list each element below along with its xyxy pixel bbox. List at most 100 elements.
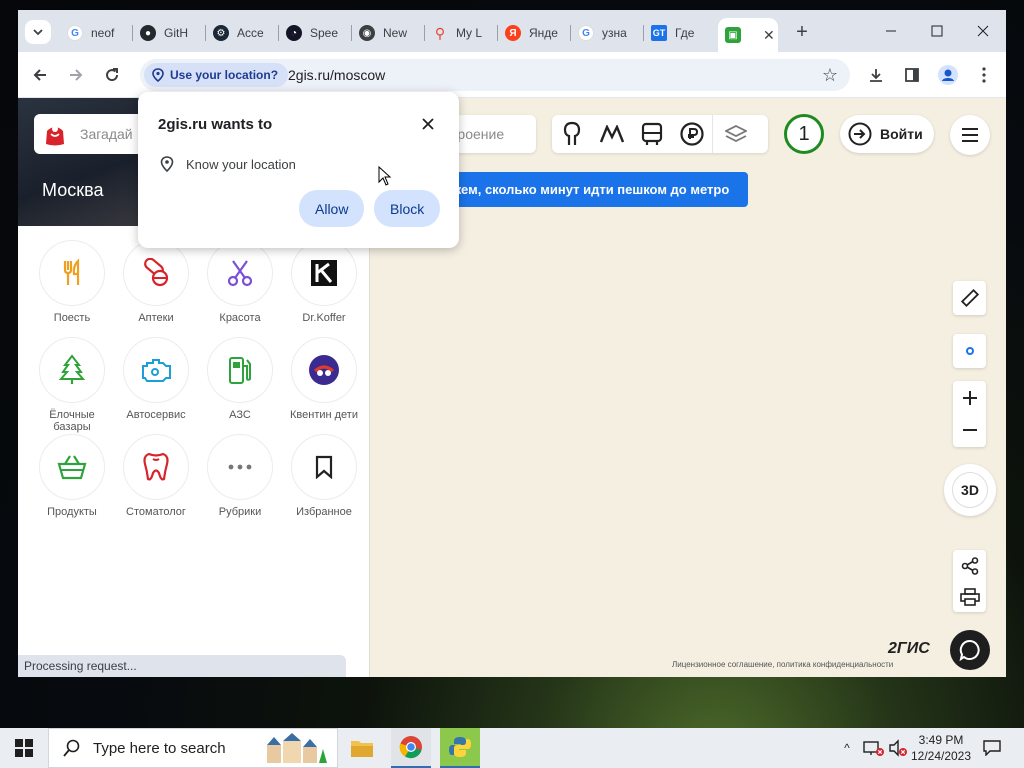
layers-icon [725,124,747,143]
taskbar-python-app[interactable] [440,728,480,768]
rubric-produkty[interactable]: Продукты [30,434,114,518]
tab-new[interactable]: ◉ New [352,18,424,48]
rubric-izbrannoe[interactable]: Избранное [282,434,366,518]
taskbar-file-explorer[interactable] [342,728,382,768]
downloads-button[interactable] [864,63,888,87]
rubric-drkoffer[interactable]: Dr.Koffer [282,240,366,324]
notification-center-button[interactable] [972,728,1012,768]
2gis-logo: 2ГИС [888,640,930,657]
back-button[interactable] [28,63,52,87]
share-print-controls [953,550,986,612]
tab-steam[interactable]: ⚙ Acce [206,18,278,48]
speedtest-icon: ◔ [286,25,302,41]
taskbar-search-box[interactable]: Type here to search [48,728,338,768]
network-icon[interactable] [862,739,884,757]
browser-window: G neof ● GitH ⚙ Acce ◔ Spee ◉ New ⚲ My L [18,10,1006,677]
permission-close-button[interactable] [422,114,434,135]
my-location-button[interactable] [953,334,986,368]
location-permission-popup: 2gis.ru wants to Know your location Allo… [138,92,459,248]
rubric-poest[interactable]: Поесть [30,240,114,324]
zoom-in-button[interactable] [953,382,986,414]
location-permission-chip[interactable]: Use your location? [144,63,289,87]
close-tab-icon[interactable]: ✕ [763,27,775,44]
tab-2gis-active[interactable]: ▣ ✕ [718,18,778,52]
basket-icon [57,455,87,480]
login-button[interactable]: Войти [840,115,934,153]
ruble-layer-button[interactable] [672,115,712,153]
chat-bubble-icon [959,639,980,661]
bus-layer-button[interactable] [632,115,672,153]
rubric-azs[interactable]: АЗС [198,337,282,421]
bookmark-star-icon[interactable]: ☆ [822,65,838,86]
minimize-button[interactable] [868,20,914,42]
windows-logo-icon [15,739,33,757]
chrome-icon [399,736,422,759]
license-links[interactable]: Лицензионное соглашение, политика конфид… [672,660,893,669]
taskbar-clock[interactable]: 3:49 PM 12/24/2023 [906,732,976,764]
town-illustration-icon [267,733,327,763]
new-tab-button[interactable]: + [790,20,814,44]
allow-button[interactable]: Allow [299,190,365,227]
arrow-right-icon [70,69,83,81]
close-window-button[interactable] [960,20,1006,42]
tab-search-button[interactable] [25,20,51,44]
tab-yandex[interactable]: Я Янде [498,18,570,48]
zoom-controls [953,381,986,447]
promo-banner[interactable]: жем, сколько минут идти пешком до метро [438,172,748,207]
2gis-icon: ▣ [725,27,741,43]
tab-google-uzna[interactable]: G узна [571,18,643,48]
location-pin-icon [152,68,164,82]
plus-icon [962,391,977,405]
maps-pin-icon: ⚲ [434,24,446,41]
browser-status-bar: Processing request... [18,655,346,677]
bookmark-icon [315,455,333,479]
profile-button[interactable] [936,63,960,87]
zoom-out-button[interactable] [953,414,986,446]
share-button[interactable] [953,550,986,581]
search-icon [63,739,80,757]
rubric-stomatolog[interactable]: Стоматолог [114,434,198,518]
location-dot-icon [965,347,974,355]
chat-button[interactable] [950,630,990,670]
forward-button[interactable] [64,63,88,87]
speaker-muted-icon[interactable] [888,739,908,757]
rubric-apteki[interactable]: Аптеки [114,240,198,324]
tab-my-location[interactable]: ⚲ My L [425,18,497,48]
taskbar-chrome[interactable] [391,728,431,768]
ruble-icon [680,122,704,146]
rubric-krasota[interactable]: Красота [198,240,282,324]
traffic-score-badge[interactable]: 1 [784,114,824,154]
rubric-yolochnye-bazary[interactable]: Ёлочные базары [30,337,114,433]
tab-github[interactable]: ● GitH [133,18,205,48]
tray-overflow-chevron-icon[interactable]: ^ [838,741,856,755]
printer-icon [959,587,980,606]
address-bar[interactable]: Use your location? 2gis.ru/moscow ☆ [140,59,850,91]
download-icon [870,69,882,82]
browser-menu-button[interactable] [972,63,996,87]
side-panel-button[interactable] [900,63,924,87]
site-menu-button[interactable] [950,115,990,155]
reload-button[interactable] [100,63,124,87]
kebab-menu-icon [982,67,986,83]
rubric-avtoservis[interactable]: Автосервис [114,337,198,421]
tooth-icon [143,452,169,481]
notification-icon [983,740,1001,756]
yandex-icon: Я [505,25,521,41]
maximize-button[interactable] [914,20,960,42]
metro-layer-button[interactable] [592,115,632,153]
start-button[interactable] [0,728,48,768]
rubric-kventin-deti[interactable]: Квентин дети [282,337,366,421]
bus-icon [641,122,663,145]
tab-speedtest[interactable]: ◔ Spee [279,18,351,48]
arrow-left-icon [33,69,46,81]
ruler-button[interactable] [953,281,986,315]
rubric-rubriki[interactable]: Рубрики [198,434,282,518]
compass-3d-button[interactable]: 3D [944,464,996,516]
map-layers-button[interactable] [713,115,759,153]
block-button[interactable]: Block [374,190,441,227]
tab-google-neof[interactable]: G neof [60,18,132,48]
steam-icon: ⚙ [213,25,229,41]
pedestrian-layer-button[interactable] [552,115,592,153]
tab-gde[interactable]: GT Где [644,18,716,48]
print-button[interactable] [953,581,986,612]
